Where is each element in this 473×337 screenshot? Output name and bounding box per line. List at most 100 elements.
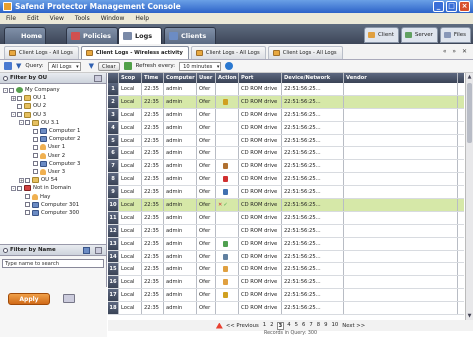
refresh-icon[interactable] (123, 62, 132, 70)
tree-node[interactable]: User 3 (0, 168, 106, 176)
export-icon[interactable] (63, 294, 75, 303)
tree-checkbox[interactable] (25, 177, 30, 183)
name-options-icon[interactable] (83, 247, 90, 254)
table-row[interactable]: 18 Local 22:35 admin Ofer CD ROM drive 22:51:5… (108, 302, 464, 316)
table-row[interactable]: 2 Local 22:35 admin Ofer CD ROM drive 22:51:56… (108, 95, 464, 109)
tab-home[interactable]: Home (4, 27, 46, 44)
column-header[interactable]: User (197, 73, 216, 83)
page-number[interactable]: 5 (294, 322, 299, 330)
page-number[interactable]: 2 (269, 322, 274, 330)
table-row[interactable]: 15 Local 22:35 admin Ofer CD ROM drive 22:51:5… (108, 263, 464, 277)
subtab-all-logs-2[interactable]: Client Logs - All Logs (190, 46, 266, 59)
go-icon[interactable] (225, 62, 234, 70)
collapse-icon[interactable]: - (19, 120, 24, 126)
column-header[interactable]: Scop (119, 73, 142, 83)
minimize-icon[interactable]: _ (433, 1, 444, 12)
tree-checkbox[interactable] (33, 161, 38, 167)
menu-edit[interactable]: Edit (27, 15, 39, 22)
page-number[interactable]: 3 (276, 321, 285, 330)
maximize-icon[interactable]: □ (446, 1, 457, 12)
column-header[interactable]: Device/Network (282, 73, 344, 83)
tree-node[interactable]: - OU 3.1 (0, 119, 106, 127)
clear-button[interactable]: Clear (98, 61, 120, 71)
tree-checkbox[interactable] (33, 144, 38, 150)
tree-node[interactable]: + OU 1 (0, 94, 106, 102)
tree-checkbox[interactable] (17, 103, 22, 109)
query-select[interactable]: All Logs (47, 61, 81, 71)
table-row[interactable]: 3 Local 22:35 admin Ofer CD ROM drive 22:51:56… (108, 108, 464, 122)
scroll-up-icon[interactable]: ▲ (466, 73, 473, 81)
column-header[interactable]: Port (239, 73, 282, 83)
table-row[interactable]: 7 Local 22:35 admin Ofer CD ROM drive 22:51:56… (108, 160, 464, 174)
column-header[interactable]: Vendor (344, 73, 458, 83)
expand-icon[interactable]: + (19, 177, 24, 183)
page-number[interactable]: 9 (323, 322, 328, 330)
menu-view[interactable]: View (50, 15, 64, 22)
tree-node[interactable]: - My Company (0, 86, 106, 94)
tab-server[interactable]: Server (400, 27, 438, 43)
table-row[interactable]: 14 Local 22:35 admin Ofer CD ROM drive 22:51:5… (108, 250, 464, 264)
next-page-link[interactable]: Next >> (342, 323, 365, 329)
menu-help[interactable]: Help (135, 15, 149, 22)
tree-checkbox[interactable] (33, 128, 38, 134)
menu-file[interactable]: File (6, 15, 16, 22)
tree-node[interactable]: Computer 301 (0, 201, 106, 209)
tree-checkbox[interactable] (17, 95, 22, 101)
page-number[interactable]: 4 (286, 322, 291, 330)
table-row[interactable]: 12 Local 22:35 admin Ofer CD ROM drive 22:51:5… (108, 224, 464, 238)
tree-node[interactable]: + OU 54 (0, 176, 106, 184)
tree-checkbox[interactable] (17, 185, 22, 191)
expand-icon[interactable]: + (11, 95, 16, 101)
table-row[interactable]: 17 Local 22:35 admin Ofer CD ROM drive 22:51:5… (108, 289, 464, 303)
table-row[interactable]: 9 Local 22:35 admin Ofer CD ROM drive 22:51:56… (108, 186, 464, 200)
scroll-thumb[interactable] (467, 83, 472, 143)
tree-node[interactable]: Computer 3 (0, 160, 106, 168)
column-header[interactable] (108, 73, 119, 83)
page-number[interactable]: 6 (301, 322, 306, 330)
collapse-icon[interactable]: - (11, 112, 16, 118)
tree-node[interactable]: User 1 (0, 143, 106, 151)
page-number[interactable]: 10 (330, 322, 339, 330)
tab-scroll-controls-icon[interactable]: « » ✕ (443, 48, 469, 55)
page-number[interactable]: 1 (262, 322, 267, 330)
tree-checkbox[interactable] (33, 136, 38, 142)
table-row[interactable]: 1 Local 22:35 admin Ofer CD ROM drive 22:51:56… (108, 83, 464, 96)
tree-checkbox[interactable] (17, 112, 22, 118)
apply-button[interactable]: Apply (8, 293, 50, 305)
page-number[interactable]: 8 (316, 322, 321, 330)
page-number[interactable]: 7 (308, 322, 313, 330)
grid-scrollbar[interactable]: ▲ ▼ (465, 73, 473, 320)
tab-client[interactable]: Client (363, 27, 399, 43)
tree-checkbox[interactable] (25, 194, 30, 200)
tree-node[interactable]: User 2 (0, 152, 106, 160)
table-row[interactable]: 6 Local 22:35 admin Ofer CD ROM drive 22:51:56… (108, 147, 464, 161)
tree-checkbox[interactable] (9, 87, 14, 93)
new-query-icon[interactable] (4, 62, 12, 70)
tree-checkbox[interactable] (33, 169, 38, 175)
table-row[interactable]: 11 Local 22:35 admin Ofer CD ROM drive 22:51:5… (108, 211, 464, 225)
tree-node[interactable]: Computer 2 (0, 135, 106, 143)
menu-tools[interactable]: Tools (75, 15, 90, 22)
panel-options-icon[interactable] (94, 75, 102, 82)
filter-icon[interactable]: ▼ (16, 62, 21, 70)
tree-checkbox[interactable] (25, 202, 30, 208)
table-row[interactable]: 13 Local 22:35 admin Ofer CD ROM drive 22:51:5… (108, 237, 464, 251)
tree-node[interactable]: - Not in Domain (0, 184, 106, 192)
column-header[interactable]: Action (216, 73, 239, 83)
collapse-icon[interactable]: - (11, 185, 16, 191)
name-options-icon-2[interactable] (95, 247, 102, 254)
scroll-down-icon[interactable]: ▼ (466, 312, 473, 320)
table-row[interactable]: 4 Local 22:35 admin Ofer CD ROM drive 22:51:56… (108, 121, 464, 135)
tree-checkbox[interactable] (33, 153, 38, 159)
tree-node[interactable]: Hay (0, 192, 106, 200)
collapse-icon[interactable]: - (3, 87, 8, 93)
tab-clients[interactable]: Clients (164, 27, 216, 44)
tree-checkbox[interactable] (25, 120, 30, 126)
tab-files[interactable]: Files (439, 27, 471, 43)
column-header[interactable]: Computer (164, 73, 197, 83)
name-search-input[interactable]: Type name to search (2, 259, 104, 268)
tree-node[interactable]: - OU 3 (0, 111, 106, 119)
column-header[interactable]: Time (142, 73, 164, 83)
table-row[interactable]: 8 Local 22:35 admin Ofer CD ROM drive 22:51:56… (108, 173, 464, 187)
menu-window[interactable]: Window (101, 15, 125, 22)
